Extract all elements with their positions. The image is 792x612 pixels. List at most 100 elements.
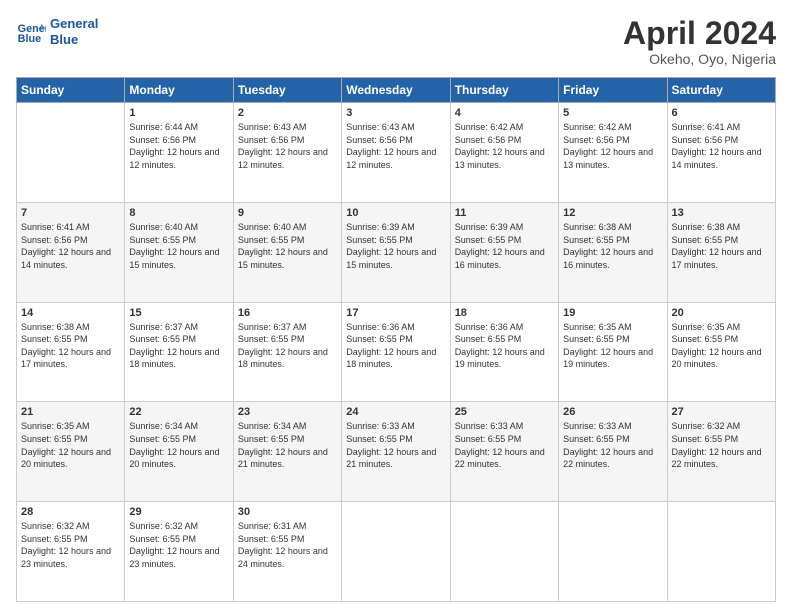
location: Okeho, Oyo, Nigeria [623,51,776,67]
week-row-1: 1 Sunrise: 6:44 AM Sunset: 6:56 PM Dayli… [17,103,776,203]
day-number: 24 [346,406,445,418]
day-cell [17,103,125,203]
weekday-tuesday: Tuesday [233,78,341,103]
day-info: Sunrise: 6:36 AM Sunset: 6:55 PM Dayligh… [346,321,445,371]
day-info: Sunrise: 6:37 AM Sunset: 6:55 PM Dayligh… [238,321,337,371]
day-number: 18 [455,307,554,319]
day-info: Sunrise: 6:43 AM Sunset: 6:56 PM Dayligh… [346,121,445,171]
day-cell: 20 Sunrise: 6:35 AM Sunset: 6:55 PM Dayl… [667,302,775,402]
weekday-monday: Monday [125,78,233,103]
weekday-friday: Friday [559,78,667,103]
day-number: 3 [346,107,445,119]
day-number: 8 [129,207,228,219]
day-number: 6 [672,107,771,119]
day-cell: 30 Sunrise: 6:31 AM Sunset: 6:55 PM Dayl… [233,502,341,602]
logo-blue: Blue [50,32,98,48]
day-info: Sunrise: 6:44 AM Sunset: 6:56 PM Dayligh… [129,121,228,171]
day-number: 7 [21,207,120,219]
day-number: 4 [455,107,554,119]
week-row-4: 21 Sunrise: 6:35 AM Sunset: 6:55 PM Dayl… [17,402,776,502]
day-cell: 9 Sunrise: 6:40 AM Sunset: 6:55 PM Dayli… [233,202,341,302]
day-number: 22 [129,406,228,418]
day-cell: 27 Sunrise: 6:32 AM Sunset: 6:55 PM Dayl… [667,402,775,502]
day-info: Sunrise: 6:35 AM Sunset: 6:55 PM Dayligh… [21,420,120,470]
day-info: Sunrise: 6:32 AM Sunset: 6:55 PM Dayligh… [129,520,228,570]
day-cell: 13 Sunrise: 6:38 AM Sunset: 6:55 PM Dayl… [667,202,775,302]
day-info: Sunrise: 6:38 AM Sunset: 6:55 PM Dayligh… [672,221,771,271]
day-cell: 3 Sunrise: 6:43 AM Sunset: 6:56 PM Dayli… [342,103,450,203]
day-number: 11 [455,207,554,219]
title-block: April 2024 Okeho, Oyo, Nigeria [623,16,776,67]
day-info: Sunrise: 6:33 AM Sunset: 6:55 PM Dayligh… [455,420,554,470]
day-number: 29 [129,506,228,518]
day-cell: 16 Sunrise: 6:37 AM Sunset: 6:55 PM Dayl… [233,302,341,402]
day-cell: 12 Sunrise: 6:38 AM Sunset: 6:55 PM Dayl… [559,202,667,302]
day-cell: 23 Sunrise: 6:34 AM Sunset: 6:55 PM Dayl… [233,402,341,502]
svg-text:Blue: Blue [18,33,41,45]
day-number: 28 [21,506,120,518]
day-cell: 2 Sunrise: 6:43 AM Sunset: 6:56 PM Dayli… [233,103,341,203]
day-info: Sunrise: 6:34 AM Sunset: 6:55 PM Dayligh… [238,420,337,470]
day-number: 12 [563,207,662,219]
day-cell: 5 Sunrise: 6:42 AM Sunset: 6:56 PM Dayli… [559,103,667,203]
day-number: 19 [563,307,662,319]
day-number: 30 [238,506,337,518]
day-number: 23 [238,406,337,418]
day-info: Sunrise: 6:34 AM Sunset: 6:55 PM Dayligh… [129,420,228,470]
day-cell [667,502,775,602]
day-cell [342,502,450,602]
day-number: 26 [563,406,662,418]
day-cell: 19 Sunrise: 6:35 AM Sunset: 6:55 PM Dayl… [559,302,667,402]
day-number: 9 [238,207,337,219]
day-info: Sunrise: 6:40 AM Sunset: 6:55 PM Dayligh… [238,221,337,271]
day-number: 2 [238,107,337,119]
day-cell [450,502,558,602]
day-info: Sunrise: 6:35 AM Sunset: 6:55 PM Dayligh… [563,321,662,371]
day-cell: 10 Sunrise: 6:39 AM Sunset: 6:55 PM Dayl… [342,202,450,302]
day-cell: 22 Sunrise: 6:34 AM Sunset: 6:55 PM Dayl… [125,402,233,502]
day-info: Sunrise: 6:38 AM Sunset: 6:55 PM Dayligh… [21,321,120,371]
day-number: 16 [238,307,337,319]
day-info: Sunrise: 6:42 AM Sunset: 6:56 PM Dayligh… [455,121,554,171]
day-number: 25 [455,406,554,418]
day-info: Sunrise: 6:35 AM Sunset: 6:55 PM Dayligh… [672,321,771,371]
weekday-sunday: Sunday [17,78,125,103]
day-number: 27 [672,406,771,418]
day-info: Sunrise: 6:32 AM Sunset: 6:55 PM Dayligh… [672,420,771,470]
logo-icon: General Blue [16,17,46,47]
week-row-3: 14 Sunrise: 6:38 AM Sunset: 6:55 PM Dayl… [17,302,776,402]
day-cell: 14 Sunrise: 6:38 AM Sunset: 6:55 PM Dayl… [17,302,125,402]
day-number: 20 [672,307,771,319]
day-cell: 1 Sunrise: 6:44 AM Sunset: 6:56 PM Dayli… [125,103,233,203]
day-info: Sunrise: 6:43 AM Sunset: 6:56 PM Dayligh… [238,121,337,171]
weekday-header-row: SundayMondayTuesdayWednesdayThursdayFrid… [17,78,776,103]
day-cell: 26 Sunrise: 6:33 AM Sunset: 6:55 PM Dayl… [559,402,667,502]
day-info: Sunrise: 6:41 AM Sunset: 6:56 PM Dayligh… [672,121,771,171]
day-info: Sunrise: 6:33 AM Sunset: 6:55 PM Dayligh… [563,420,662,470]
day-info: Sunrise: 6:32 AM Sunset: 6:55 PM Dayligh… [21,520,120,570]
day-cell: 4 Sunrise: 6:42 AM Sunset: 6:56 PM Dayli… [450,103,558,203]
logo: General Blue General Blue [16,16,98,47]
day-cell: 7 Sunrise: 6:41 AM Sunset: 6:56 PM Dayli… [17,202,125,302]
day-cell: 17 Sunrise: 6:36 AM Sunset: 6:55 PM Dayl… [342,302,450,402]
day-info: Sunrise: 6:39 AM Sunset: 6:55 PM Dayligh… [455,221,554,271]
weekday-wednesday: Wednesday [342,78,450,103]
day-number: 1 [129,107,228,119]
week-row-5: 28 Sunrise: 6:32 AM Sunset: 6:55 PM Dayl… [17,502,776,602]
day-info: Sunrise: 6:38 AM Sunset: 6:55 PM Dayligh… [563,221,662,271]
day-info: Sunrise: 6:36 AM Sunset: 6:55 PM Dayligh… [455,321,554,371]
day-cell: 15 Sunrise: 6:37 AM Sunset: 6:55 PM Dayl… [125,302,233,402]
day-cell: 28 Sunrise: 6:32 AM Sunset: 6:55 PM Dayl… [17,502,125,602]
month-title: April 2024 [623,16,776,51]
day-info: Sunrise: 6:40 AM Sunset: 6:55 PM Dayligh… [129,221,228,271]
day-info: Sunrise: 6:33 AM Sunset: 6:55 PM Dayligh… [346,420,445,470]
day-number: 5 [563,107,662,119]
header: General Blue General Blue April 2024 Oke… [16,16,776,67]
day-cell: 29 Sunrise: 6:32 AM Sunset: 6:55 PM Dayl… [125,502,233,602]
logo-general: General [50,16,98,32]
day-info: Sunrise: 6:41 AM Sunset: 6:56 PM Dayligh… [21,221,120,271]
day-number: 17 [346,307,445,319]
day-cell: 11 Sunrise: 6:39 AM Sunset: 6:55 PM Dayl… [450,202,558,302]
weekday-saturday: Saturday [667,78,775,103]
day-cell: 24 Sunrise: 6:33 AM Sunset: 6:55 PM Dayl… [342,402,450,502]
